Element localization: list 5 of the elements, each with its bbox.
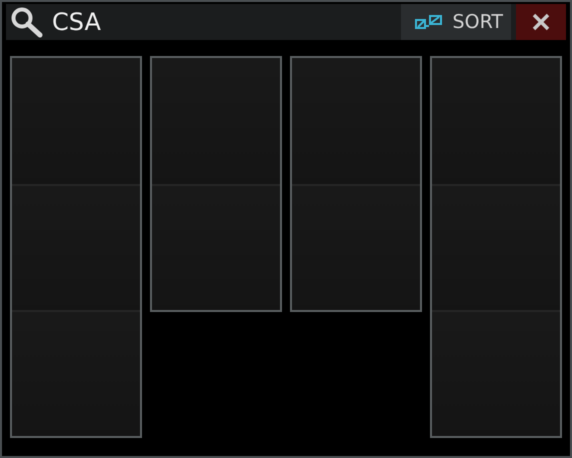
close-button[interactable]: [511, 4, 566, 40]
close-icon: [532, 13, 550, 31]
sort-button[interactable]: SORT: [400, 4, 511, 40]
search-field[interactable]: CSA: [6, 4, 401, 40]
sort-icon: [414, 14, 443, 30]
